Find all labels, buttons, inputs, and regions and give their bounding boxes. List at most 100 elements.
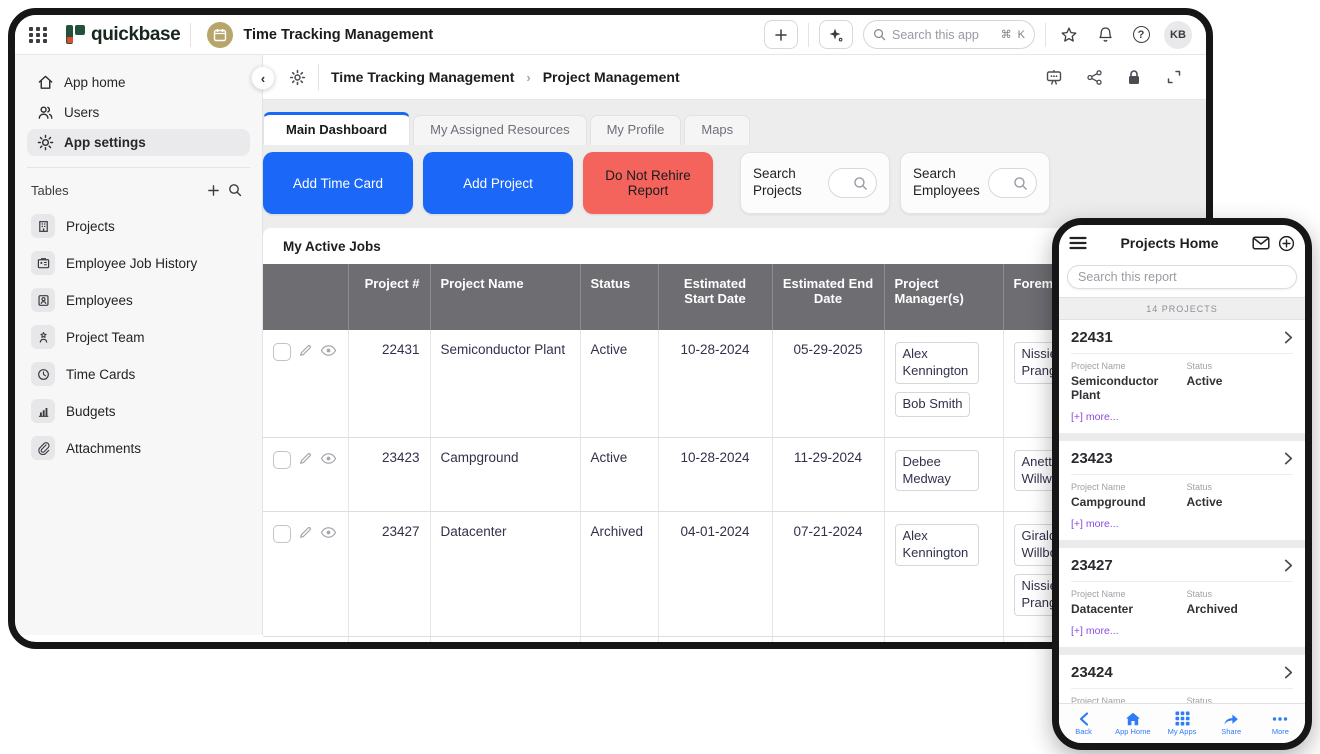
more-fields-link[interactable]: [+] more...: [1071, 518, 1293, 530]
cell-project-number: 23424: [348, 637, 430, 649]
sidebar-table-employee-job-history[interactable]: Employee Job History: [27, 247, 250, 279]
share-button[interactable]: [1080, 65, 1108, 89]
envelope-icon[interactable]: [1252, 236, 1270, 250]
column-header-est-start[interactable]: Estimated Start Date: [658, 264, 772, 330]
column-header-project-name[interactable]: Project Name: [430, 264, 580, 330]
phone-nav-my-apps[interactable]: My Apps: [1157, 704, 1206, 743]
add-project-button[interactable]: Add Project: [423, 152, 573, 214]
app-title: Time Tracking Management: [243, 27, 433, 43]
sidebar-item-app-settings[interactable]: App settings: [27, 129, 250, 156]
new-item-button[interactable]: [764, 20, 798, 49]
phone-list-item[interactable]: 23427 Project NameDatacenter StatusArchi…: [1059, 548, 1305, 647]
tab-my-profile[interactable]: My Profile: [590, 115, 682, 145]
phone-bottom-nav: Back App Home My Apps Share More: [1059, 703, 1305, 743]
more-fields-link[interactable]: [+] more...: [1071, 625, 1293, 637]
phone-list-item[interactable]: 22431 Project NameSemiconductor Plant St…: [1059, 320, 1305, 433]
column-header-est-end[interactable]: Estimated End Date: [772, 264, 884, 330]
user-avatar[interactable]: KB: [1164, 21, 1192, 49]
row-checkbox[interactable]: [273, 343, 291, 361]
sidebar-item-users[interactable]: Users: [27, 99, 250, 126]
phone-header: Projects Home: [1059, 225, 1305, 261]
phone-list-item[interactable]: 23423 Project NameCampground StatusActiv…: [1059, 441, 1305, 540]
search-tables-button[interactable]: [224, 180, 246, 200]
field-label: Project Name: [1071, 589, 1186, 599]
manager-pill[interactable]: Alex Kennington: [895, 342, 979, 384]
shortcut-letter-key: K: [1018, 29, 1025, 41]
view-eye-icon[interactable]: [320, 451, 337, 466]
phone-nav-app-home[interactable]: App Home: [1108, 704, 1157, 743]
tab-my-assigned-resources[interactable]: My Assigned Resources: [413, 115, 586, 145]
cell-project-number: 23423: [348, 437, 430, 512]
phone-nav-more[interactable]: More: [1256, 704, 1305, 743]
sidebar-table-budgets[interactable]: Budgets: [27, 395, 250, 427]
add-record-plus-icon[interactable]: [1278, 235, 1295, 252]
calendar-icon: [213, 28, 227, 42]
phone-nav-share[interactable]: Share: [1207, 704, 1256, 743]
home-filled-icon: [1125, 712, 1141, 726]
sidebar-table-project-team[interactable]: Project Team: [27, 321, 250, 353]
chevron-right-icon: [1284, 331, 1293, 344]
app-switcher-grid-icon[interactable]: [29, 27, 48, 43]
hamburger-menu-icon[interactable]: [1069, 236, 1087, 250]
page-header: Time Tracking Management › Project Manag…: [263, 55, 1206, 100]
lock-icon: [1126, 69, 1142, 86]
sidebar-table-time-cards[interactable]: Time Cards: [27, 358, 250, 390]
field-value-status: Archived: [1186, 602, 1293, 616]
sidebar-item-app-home[interactable]: App home: [27, 69, 250, 96]
favorite-star-button[interactable]: [1056, 22, 1082, 48]
edit-pencil-icon[interactable]: [298, 343, 313, 358]
cell-est-end: 11-29-2024: [772, 437, 884, 512]
field-label: Status: [1186, 589, 1293, 599]
add-table-button[interactable]: [202, 180, 224, 200]
field-label: Status: [1186, 482, 1293, 492]
tab-main-dashboard[interactable]: Main Dashboard: [263, 112, 410, 145]
search-projects-input[interactable]: [828, 168, 877, 198]
do-not-rehire-report-button[interactable]: Do Not Rehire Report: [583, 152, 713, 214]
search-employees-input[interactable]: [988, 168, 1037, 198]
back-chevron-icon: [1079, 712, 1089, 726]
ai-assistant-button[interactable]: [819, 20, 853, 49]
app-search-input[interactable]: Search this app ⌘ K: [863, 20, 1035, 49]
sparkle-icon: [828, 27, 844, 43]
breadcrumb-app[interactable]: Time Tracking Management: [331, 69, 514, 85]
phone-report-search-input[interactable]: Search this report: [1067, 265, 1297, 289]
phone-nav-back[interactable]: Back: [1059, 704, 1108, 743]
quickbase-logo[interactable]: quickbase: [66, 24, 180, 46]
search-employees-label: Search Employees: [913, 166, 979, 200]
column-header-project-managers[interactable]: Project Manager(s): [884, 264, 1003, 330]
row-checkbox[interactable]: [273, 525, 291, 543]
table-label: Employee Job History: [66, 256, 197, 271]
bar-chart-icon: [31, 399, 55, 423]
search-icon: [1013, 176, 1028, 191]
collapse-sidebar-button[interactable]: ‹: [251, 66, 275, 90]
view-eye-icon[interactable]: [320, 343, 337, 358]
column-header-project-number[interactable]: Project #: [348, 264, 430, 330]
lock-button[interactable]: [1120, 65, 1148, 89]
record-id: 22431: [1071, 329, 1284, 346]
manager-pill[interactable]: Alex Kennington: [895, 524, 979, 566]
manager-pill[interactable]: Bob Smith: [895, 392, 971, 417]
sidebar-table-attachments[interactable]: Attachments: [27, 432, 250, 464]
help-button[interactable]: ?: [1128, 22, 1154, 48]
notifications-button[interactable]: [1092, 22, 1118, 48]
column-header-status[interactable]: Status: [580, 264, 658, 330]
page-settings-gear-icon[interactable]: [289, 69, 306, 86]
field-value-status: Active: [1186, 374, 1293, 388]
present-button[interactable]: [1040, 65, 1068, 89]
view-eye-icon[interactable]: [320, 525, 337, 540]
row-checkbox[interactable]: [273, 451, 291, 469]
search-employees-card: Search Employees: [900, 152, 1050, 214]
manager-pill[interactable]: Debee Medway: [895, 450, 979, 492]
record-id: 23424: [1071, 664, 1284, 681]
fullscreen-button[interactable]: [1160, 65, 1188, 89]
divider: [808, 23, 809, 47]
add-time-card-button[interactable]: Add Time Card: [263, 152, 413, 214]
screenshot-stage: quickbase Time Tracking Management Searc…: [0, 0, 1320, 754]
edit-pencil-icon[interactable]: [298, 451, 313, 466]
tab-maps[interactable]: Maps: [684, 115, 750, 145]
sidebar-table-projects[interactable]: Projects: [27, 210, 250, 242]
more-fields-link[interactable]: [+] more...: [1071, 411, 1293, 423]
phone-project-list: 22431 Project NameSemiconductor Plant St…: [1059, 320, 1305, 740]
sidebar-table-employees[interactable]: Employees: [27, 284, 250, 316]
edit-pencil-icon[interactable]: [298, 525, 313, 540]
